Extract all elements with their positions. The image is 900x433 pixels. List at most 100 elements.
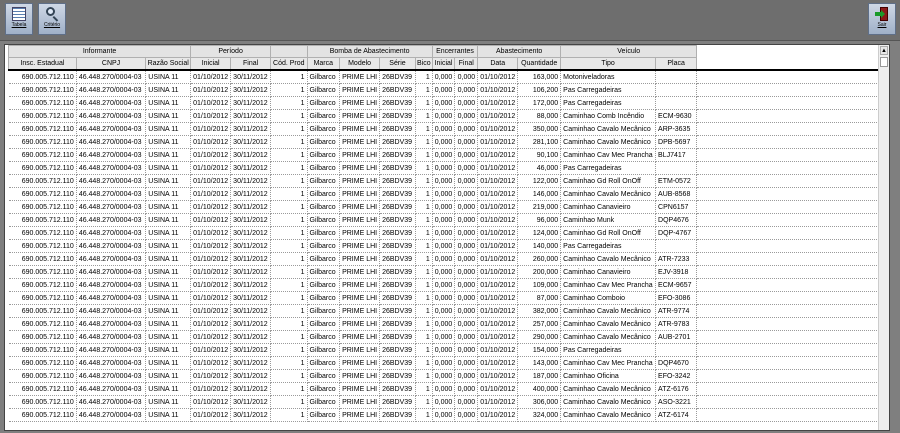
table-cell[interactable]: 01/10/2012: [190, 317, 232, 331]
table-cell[interactable]: Gilbarco: [307, 239, 341, 253]
table-cell[interactable]: 1: [270, 369, 308, 383]
table-cell[interactable]: 0,000: [432, 382, 456, 396]
table-cell[interactable]: 187,000: [517, 369, 562, 383]
table-cell[interactable]: 30/11/2012: [230, 213, 272, 227]
table-cell[interactable]: USINA 11: [145, 148, 192, 162]
table-cell[interactable]: 30/11/2012: [230, 343, 272, 357]
table-cell[interactable]: 1: [270, 343, 308, 357]
table-cell[interactable]: 01/10/2012: [477, 291, 519, 305]
table-cell[interactable]: 1: [415, 135, 433, 149]
table-cell[interactable]: 01/10/2012: [190, 239, 232, 253]
table-cell[interactable]: 1: [415, 330, 433, 344]
table-cell[interactable]: 1: [270, 291, 308, 305]
table-cell[interactable]: 26BDV39: [379, 69, 416, 84]
table-cell[interactable]: 46.448.270/0004-03: [76, 278, 147, 292]
table-row[interactable]: 690.005.712.110 46.448.270/0004-03 USINA 1…: [8, 148, 889, 162]
table-cell[interactable]: 1: [270, 109, 308, 123]
table-cell[interactable]: ECM-9630: [655, 109, 698, 123]
table-cell[interactable]: 01/10/2012: [477, 213, 519, 227]
table-cell[interactable]: USINA 11: [145, 200, 192, 214]
table-row[interactable]: 690.005.712.110 46.448.270/0004-03 USINA 1…: [8, 395, 889, 409]
table-cell[interactable]: USINA 11: [145, 356, 192, 370]
table-cell[interactable]: 1: [270, 278, 308, 292]
table-cell[interactable]: 30/11/2012: [230, 382, 272, 396]
table-cell[interactable]: Gilbarco: [307, 252, 341, 266]
table-cell[interactable]: 26BDV39: [379, 291, 416, 305]
table-cell[interactable]: PRIME LHI: [339, 317, 381, 331]
table-cell[interactable]: PRIME LHI: [339, 356, 381, 370]
table-cell[interactable]: 0,000: [454, 291, 479, 305]
table-cell[interactable]: 1: [415, 408, 433, 422]
table-cell[interactable]: 46.448.270/0004-03: [76, 356, 147, 370]
table-cell[interactable]: PRIME LHI: [339, 343, 381, 357]
table-cell[interactable]: EFO-3086: [655, 291, 698, 305]
table-row[interactable]: 690.005.712.110 46.448.270/0004-03 USINA 1…: [8, 200, 889, 214]
table-cell[interactable]: 26BDV39: [379, 187, 416, 201]
table-cell[interactable]: 109,000: [517, 278, 562, 292]
table-cell[interactable]: Gilbarco: [307, 369, 341, 383]
table-cell[interactable]: 26BDV39: [379, 395, 416, 409]
table-cell[interactable]: Caminhao Cavalo Mecânico: [560, 135, 657, 149]
table-cell[interactable]: 0,000: [454, 356, 479, 370]
column-header[interactable]: Placa: [655, 57, 698, 71]
table-cell[interactable]: PRIME LHI: [339, 122, 381, 136]
table-cell[interactable]: ASO-3221: [655, 395, 698, 409]
table-cell[interactable]: 690.005.712.110: [8, 226, 77, 240]
column-header[interactable]: Série: [379, 57, 416, 71]
table-cell[interactable]: 46.448.270/0004-03: [76, 213, 147, 227]
table-cell[interactable]: USINA 11: [145, 330, 192, 344]
table-cell[interactable]: USINA 11: [145, 83, 192, 97]
table-cell[interactable]: 0,000: [454, 96, 479, 110]
table-cell[interactable]: PRIME LHI: [339, 213, 381, 227]
table-cell[interactable]: 690.005.712.110: [8, 317, 77, 331]
table-cell[interactable]: 0,000: [432, 356, 456, 370]
table-row[interactable]: 690.005.712.110 46.448.270/0004-03 USINA 1…: [8, 135, 889, 149]
table-cell[interactable]: 1: [415, 343, 433, 357]
table-cell[interactable]: 324,000: [517, 408, 562, 422]
table-cell[interactable]: 1: [270, 356, 308, 370]
table-cell[interactable]: 26BDV39: [379, 226, 416, 240]
table-cell[interactable]: 124,000: [517, 226, 562, 240]
table-cell[interactable]: 1: [270, 69, 308, 84]
table-cell[interactable]: 01/10/2012: [477, 109, 519, 123]
table-cell[interactable]: 0,000: [454, 252, 479, 266]
table-cell[interactable]: 0,000: [454, 239, 479, 253]
table-cell[interactable]: 01/10/2012: [190, 395, 232, 409]
table-cell[interactable]: 0,000: [432, 395, 456, 409]
table-cell[interactable]: 140,000: [517, 239, 562, 253]
table-cell[interactable]: 1: [415, 395, 433, 409]
table-row[interactable]: 690.005.712.110 46.448.270/0004-03 USINA 1…: [8, 187, 889, 201]
table-cell[interactable]: USINA 11: [145, 252, 192, 266]
table-cell[interactable]: 0,000: [432, 408, 456, 422]
table-cell[interactable]: 01/10/2012: [190, 122, 232, 136]
table-cell[interactable]: 01/10/2012: [477, 226, 519, 240]
table-cell[interactable]: [655, 239, 698, 253]
table-cell[interactable]: 01/10/2012: [190, 200, 232, 214]
table-row[interactable]: 690.005.712.110 46.448.270/0004-03 USINA 1…: [8, 356, 889, 370]
column-header[interactable]: Cód. Prod: [270, 57, 308, 71]
table-cell[interactable]: ATR-9783: [655, 317, 698, 331]
table-cell[interactable]: 0,000: [432, 304, 456, 318]
table-cell[interactable]: 26BDV39: [379, 408, 416, 422]
table-cell[interactable]: Gilbarco: [307, 330, 341, 344]
table-cell[interactable]: 146,000: [517, 187, 562, 201]
table-cell[interactable]: 01/10/2012: [190, 69, 232, 84]
table-cell[interactable]: 26BDV39: [379, 174, 416, 188]
column-header[interactable]: Tipo: [560, 57, 657, 71]
table-row[interactable]: 690.005.712.110 46.448.270/0004-03 USINA 1…: [8, 174, 889, 188]
column-header[interactable]: Final: [230, 57, 272, 71]
table-cell[interactable]: 26BDV39: [379, 304, 416, 318]
table-row[interactable]: 690.005.712.110 46.448.270/0004-03 USINA 1…: [8, 69, 889, 84]
table-cell[interactable]: 1: [270, 187, 308, 201]
table-cell[interactable]: USINA 11: [145, 187, 192, 201]
table-cell[interactable]: Gilbarco: [307, 226, 341, 240]
table-cell[interactable]: 30/11/2012: [230, 265, 272, 279]
table-cell[interactable]: 1: [270, 382, 308, 396]
table-row[interactable]: 690.005.712.110 46.448.270/0004-03 USINA 1…: [8, 382, 889, 396]
table-cell[interactable]: 0,000: [454, 213, 479, 227]
table-cell[interactable]: 1: [270, 174, 308, 188]
table-cell[interactable]: 01/10/2012: [190, 161, 232, 175]
table-cell[interactable]: 154,000: [517, 343, 562, 357]
table-cell[interactable]: 290,000: [517, 330, 562, 344]
table-cell[interactable]: 26BDV39: [379, 122, 416, 136]
